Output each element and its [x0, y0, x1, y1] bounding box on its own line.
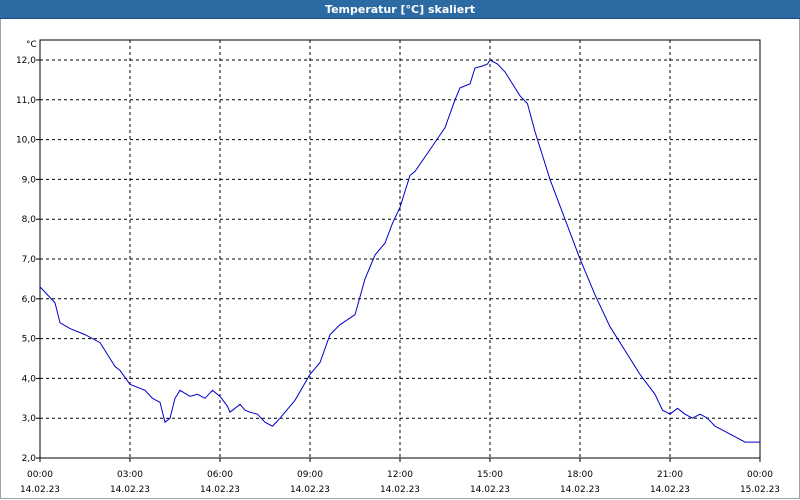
- y-tick-label: 9,0: [22, 175, 37, 185]
- x-axis-ticks: 00:00 14.02.23 03:00 14.02.23 06:00 14.02.23 0…: [20, 458, 780, 495]
- x-tick-date: 14.02.23: [470, 485, 510, 495]
- x-tick-time: 00:00: [27, 470, 53, 480]
- x-tick-time: 00:00: [747, 470, 773, 480]
- y-tick-label: 6,0: [22, 295, 37, 305]
- x-tick-time: 12:00: [387, 470, 413, 480]
- y-axis-ticks: 2,0 3,0 4,0 5,0 6,0 7,0 8,0 9,0 10,0 11,0 12,0: [16, 56, 40, 464]
- x-tick-date: 14.02.23: [380, 485, 420, 495]
- x-tick-date: 14.02.23: [290, 485, 330, 495]
- y-tick-label: 12,0: [16, 56, 36, 66]
- y-tick-label: 7,0: [22, 255, 37, 265]
- x-tick-date: 14.02.23: [110, 485, 150, 495]
- x-tick-time: 06:00: [207, 470, 233, 480]
- x-tick-time: 03:00: [117, 470, 143, 480]
- x-tick-time: 09:00: [297, 470, 323, 480]
- x-tick-time: 15:00: [477, 470, 503, 480]
- y-tick-label: 11,0: [16, 96, 36, 106]
- y-tick-label: 4,0: [22, 374, 37, 384]
- y-tick-label: 3,0: [22, 414, 37, 424]
- x-tick-time: 18:00: [567, 470, 593, 480]
- temperature-chart: °C 2,03,04,05,06,07,08,09,010,011,012,0 …: [16, 39, 780, 495]
- x-tick-date: 14.02.23: [560, 485, 600, 495]
- x-tick-date: 14.02.23: [650, 485, 690, 495]
- x-tick-date: 15.02.23: [740, 485, 780, 495]
- y-tick-label: 5,0: [22, 335, 37, 345]
- x-tick-date: 14.02.23: [200, 485, 240, 495]
- y-axis-unit: °C: [26, 40, 37, 50]
- x-tick-date: 14.02.23: [20, 485, 60, 495]
- y-tick-label: 10,0: [16, 136, 36, 146]
- y-tick-label: 2,0: [22, 454, 37, 464]
- y-tick-label: 8,0: [22, 215, 37, 225]
- grid-lines: [40, 40, 760, 458]
- x-tick-time: 21:00: [657, 470, 683, 480]
